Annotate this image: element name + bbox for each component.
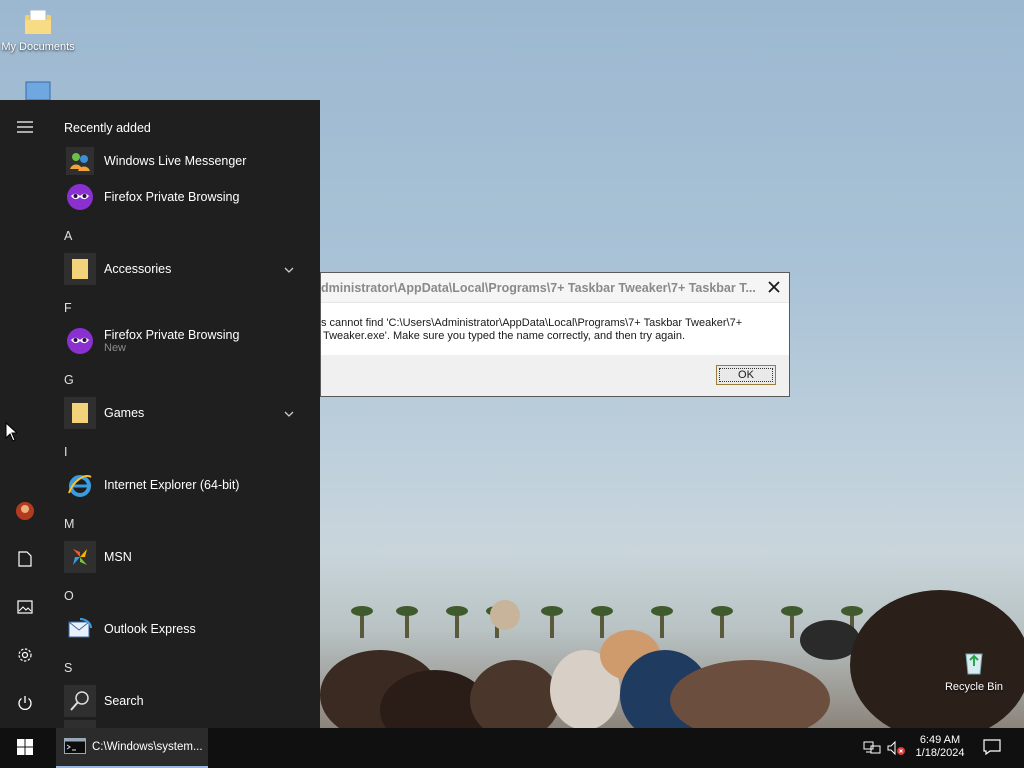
ie-icon: [64, 469, 96, 501]
mouse-cursor-icon: [5, 421, 19, 445]
power-button[interactable]: [0, 684, 50, 724]
desktop-icon-label: My Documents: [1, 41, 75, 53]
dialog-message: s cannot find 'C:\Users\Administrator\Ap…: [321, 303, 789, 356]
start-button[interactable]: [0, 728, 50, 768]
group-letter-a[interactable]: A: [64, 229, 72, 243]
action-center-button[interactable]: [982, 738, 1002, 758]
start-rail: [0, 100, 50, 728]
next-app-tile-partial: [64, 720, 96, 728]
dialog-titlebar[interactable]: dministrator\AppData\Local\Programs\7+ T…: [321, 273, 789, 303]
messenger-icon: [64, 145, 96, 177]
power-icon: [17, 695, 33, 714]
app-item-accessories[interactable]: Accessories: [64, 252, 314, 286]
taskbar-item-cmd[interactable]: C:\Windows\system...: [56, 728, 208, 768]
app-label: Firefox Private Browsing: [104, 327, 240, 342]
chevron-down-icon: [284, 262, 294, 276]
chevron-down-icon: [284, 406, 294, 420]
desktop-icon-recycle-bin[interactable]: Recycle Bin: [936, 646, 1012, 693]
app-item-msn[interactable]: MSN: [64, 540, 314, 574]
group-letter-o[interactable]: O: [64, 589, 74, 603]
pictures-icon: [17, 599, 33, 617]
firefox-private-icon: [64, 181, 96, 213]
settings-icon: [17, 647, 33, 666]
desktop-icon-my-documents[interactable]: My Documents: [0, 6, 76, 53]
desktop-icon-label: Recycle Bin: [944, 681, 1004, 693]
computer-icon: [22, 78, 54, 100]
app-label: Search: [104, 694, 144, 708]
network-icon[interactable]: [862, 738, 882, 758]
clock-date: 1/18/2024: [915, 747, 965, 759]
dialog-footer: OK: [321, 355, 789, 396]
taskbar-item-label: C:\Windows\system...: [92, 741, 203, 753]
ok-button[interactable]: OK: [716, 365, 776, 385]
group-letter-m[interactable]: M: [64, 517, 74, 531]
app-label: Internet Explorer (64-bit): [104, 478, 240, 492]
dialog-close-button[interactable]: [763, 277, 785, 299]
dialog-title: dministrator\AppData\Local\Programs\7+ T…: [321, 280, 756, 295]
expand-menu-button[interactable]: [0, 108, 50, 148]
close-icon: [768, 280, 780, 296]
app-item-firefox-private-browsing[interactable]: Firefox Private Browsing New: [64, 324, 314, 358]
command-prompt-icon: [64, 737, 86, 757]
notification-icon: [983, 738, 1001, 758]
group-letter-s[interactable]: S: [64, 661, 72, 675]
pictures-button[interactable]: [0, 588, 50, 628]
group-letter-f[interactable]: F: [64, 301, 72, 315]
system-clock[interactable]: 6:49 AM 1/18/2024: [906, 734, 974, 760]
settings-button[interactable]: [0, 636, 50, 676]
error-dialog: dministrator\AppData\Local\Programs\7+ T…: [320, 272, 790, 397]
outlook-express-icon: [64, 613, 96, 645]
search-icon: [64, 685, 96, 717]
folder-icon: [64, 397, 96, 429]
dialog-message-line: Tweaker.exe'. Make sure you typed the na…: [323, 330, 686, 342]
recycle-bin-icon: [958, 646, 990, 678]
folder-documents-icon: [22, 6, 54, 38]
app-item-search[interactable]: Search: [64, 684, 314, 718]
firefox-private-icon: [64, 325, 96, 357]
app-item-windows-live-messenger[interactable]: Windows Live Messenger: [64, 144, 314, 178]
volume-muted-icon[interactable]: [886, 738, 906, 758]
app-label: Accessories: [104, 262, 172, 276]
user-avatar: [15, 501, 35, 524]
app-item-outlook-express[interactable]: Outlook Express: [64, 612, 314, 646]
clock-time: 6:49 AM: [919, 734, 961, 746]
taskbar: C:\Windows\system... 6:49 AM 1/18/2024: [0, 728, 1024, 768]
app-list: Recently added Windows Live Messenger Fi…: [50, 100, 320, 728]
hamburger-icon: [17, 120, 33, 136]
windows-logo-icon: [17, 738, 33, 758]
group-letter-i[interactable]: I: [64, 445, 67, 459]
dialog-message-line: s cannot find 'C:\Users\Administrator\Ap…: [321, 317, 743, 329]
folder-icon: [64, 253, 96, 285]
new-badge: New: [104, 341, 127, 354]
app-label: Windows Live Messenger: [104, 154, 247, 168]
app-item-internet-explorer[interactable]: Internet Explorer (64-bit): [64, 468, 314, 502]
wallpaper-crowd: [320, 540, 1024, 728]
app-label: MSN: [104, 550, 132, 564]
documents-button[interactable]: [0, 540, 50, 580]
app-item-games[interactable]: Games: [64, 396, 314, 430]
app-item-firefox-private-browsing-recent[interactable]: Firefox Private Browsing: [64, 180, 314, 214]
app-label: Outlook Express: [104, 622, 196, 636]
msn-icon: [64, 541, 96, 573]
documents-icon: [18, 550, 32, 570]
recently-added-heading: Recently added: [64, 121, 151, 135]
desktop-icon-partial[interactable]: [0, 78, 76, 100]
group-letter-g[interactable]: G: [64, 373, 74, 387]
app-label: Games: [104, 406, 145, 420]
app-label: Firefox Private Browsing: [104, 190, 240, 204]
user-account-button[interactable]: [0, 492, 50, 532]
start-menu: Recently added Windows Live Messenger Fi…: [0, 100, 320, 728]
